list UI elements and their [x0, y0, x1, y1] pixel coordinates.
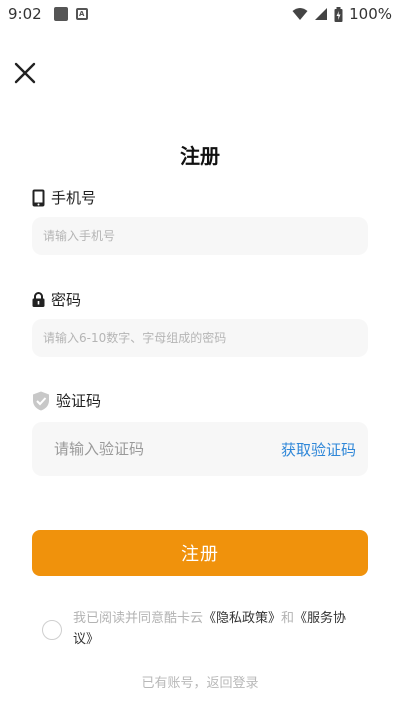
code-label-row: 验证码 [32, 390, 101, 411]
signal-icon [315, 8, 328, 20]
lock-icon [32, 292, 45, 307]
phone-label: 手机号 [51, 189, 97, 207]
status-time: 9:02 [8, 5, 42, 23]
wifi-icon [292, 8, 308, 20]
password-input[interactable] [32, 319, 368, 357]
shield-icon [32, 391, 50, 411]
get-code-button[interactable]: 获取验证码 [281, 439, 368, 460]
register-button[interactable]: 注册 [32, 530, 368, 576]
code-input[interactable] [32, 422, 281, 476]
phone-input[interactable] [32, 217, 368, 255]
battery-level: 100% [349, 5, 392, 23]
status-bar: 9:02 A 100% [0, 0, 400, 28]
agreement-and: 和 [281, 611, 295, 626]
notification-a-icon: A [75, 8, 88, 20]
privacy-policy-link[interactable]: 《隐私政策》 [203, 611, 281, 626]
agreement-row: 我已阅读并同意酷卡云《隐私政策》和《服务协议》 [42, 608, 362, 650]
agreement-text: 我已阅读并同意酷卡云《隐私政策》和《服务协议》 [73, 608, 355, 650]
phone-icon [32, 189, 45, 207]
close-icon [14, 62, 36, 84]
code-field: 获取验证码 [32, 422, 368, 476]
password-label: 密码 [51, 291, 82, 309]
phone-label-row: 手机号 [32, 187, 96, 208]
notification-app-icon [53, 7, 68, 21]
code-label: 验证码 [56, 392, 102, 410]
password-label-row: 密码 [32, 289, 81, 310]
agreement-prefix: 我已阅读并同意酷卡云 [73, 611, 204, 626]
battery-icon [334, 6, 343, 22]
agreement-checkbox[interactable] [42, 620, 62, 640]
back-to-login-link[interactable]: 已有账号，返回登录 [0, 672, 400, 691]
page-title: 注册 [180, 144, 220, 168]
status-indicators: 100% [292, 5, 392, 23]
close-button[interactable] [12, 60, 38, 86]
